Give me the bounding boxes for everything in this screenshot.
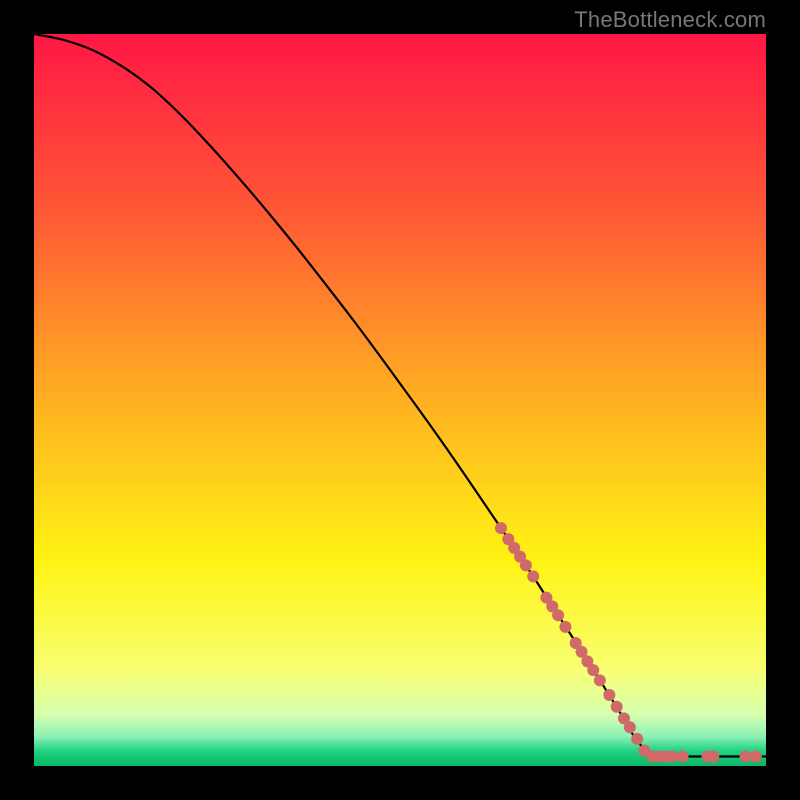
watermark-text: TheBottleneck.com [574, 7, 766, 33]
chart-stage: TheBottleneck.com [0, 0, 800, 800]
marker-dot [750, 750, 762, 762]
marker-dot [495, 522, 507, 534]
plot-area [34, 34, 766, 766]
marker-dot [740, 750, 752, 762]
marker-dot [594, 674, 606, 686]
marker-dot [527, 570, 539, 582]
marker-dot [520, 559, 532, 571]
marker-dot [631, 733, 643, 745]
marker-dot [552, 609, 564, 621]
marker-dot [603, 689, 615, 701]
marker-dot [624, 721, 636, 733]
markers-layer [34, 34, 766, 766]
marker-dot [559, 621, 571, 633]
marker-dot [666, 750, 678, 762]
marker-dot [677, 750, 689, 762]
marker-dot [587, 664, 599, 676]
marker-dot [611, 701, 623, 713]
marker-dot [707, 750, 719, 762]
